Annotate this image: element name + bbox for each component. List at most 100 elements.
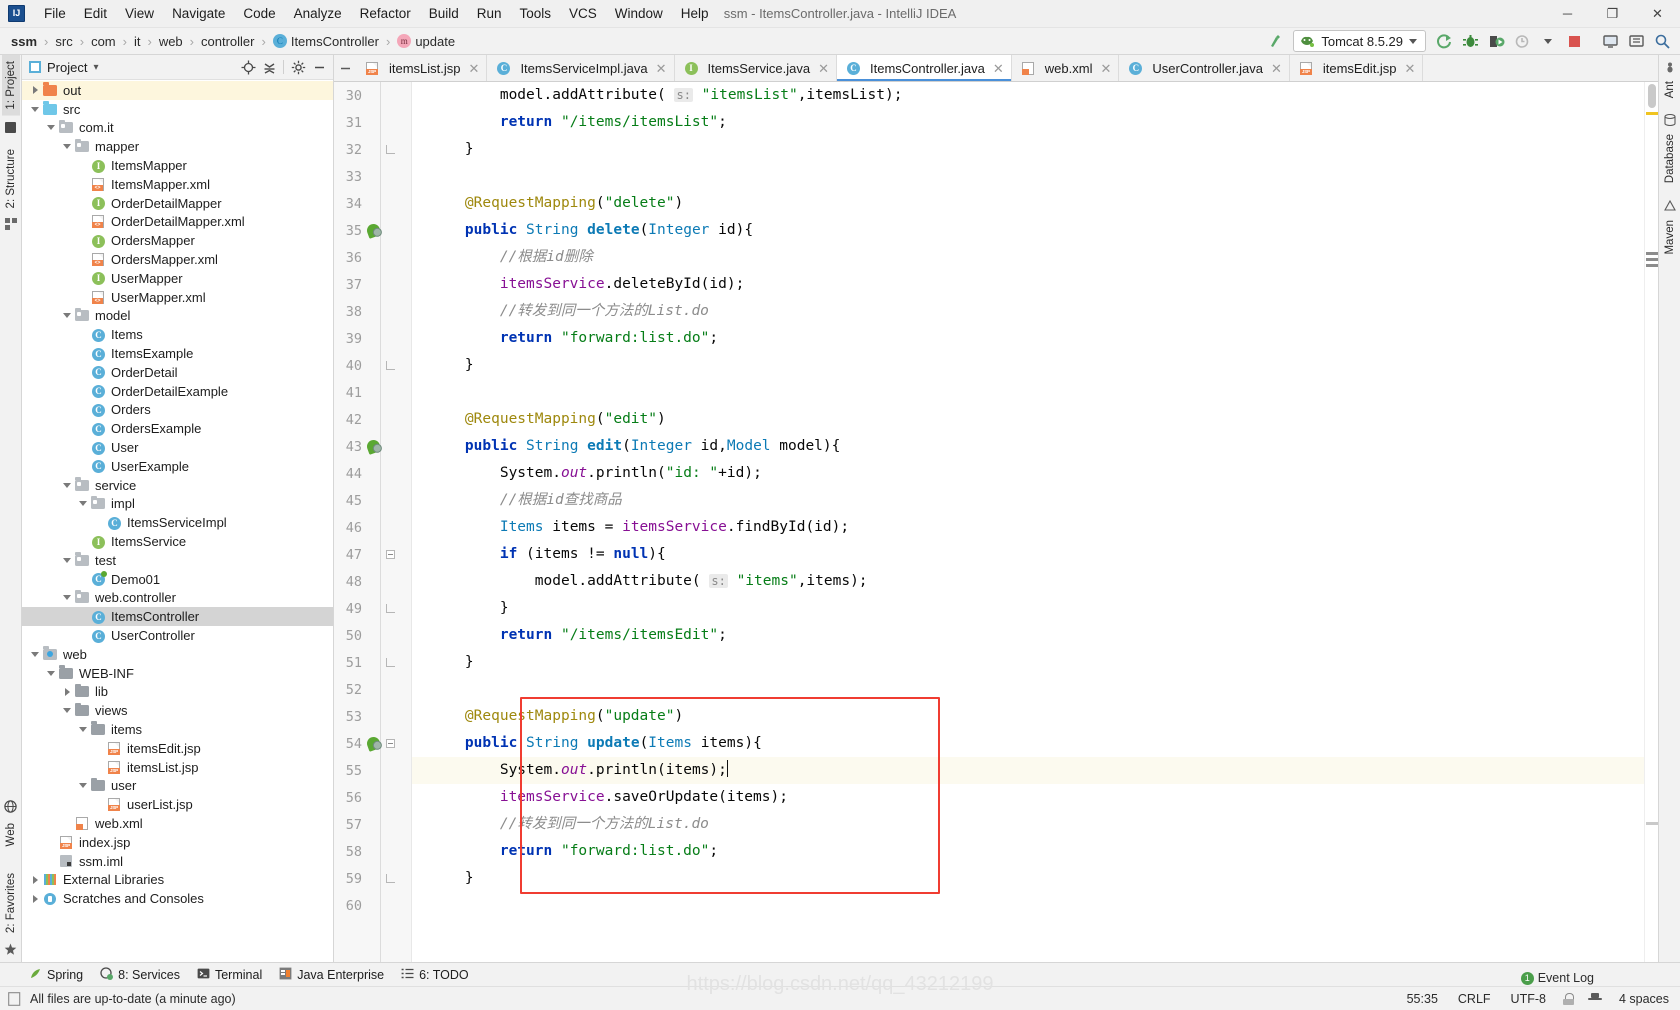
warning-marker[interactable] xyxy=(1646,112,1658,115)
chevron-down-icon[interactable] xyxy=(1536,30,1560,52)
chevron-down-icon[interactable] xyxy=(44,125,58,131)
editor-tab-usercontroller-java[interactable]: C UserController.java ✕ xyxy=(1119,55,1290,81)
fold-icon[interactable] xyxy=(385,550,395,559)
gutter-line-30[interactable]: 30 xyxy=(334,82,411,109)
close-icon[interactable]: ✕ xyxy=(993,62,1004,75)
tree-item-itemsserviceimpl[interactable]: C ItemsServiceImpl xyxy=(22,513,333,532)
bottom-tool-java-enterprise[interactable]: Java Enterprise xyxy=(272,965,391,985)
tree-item-src[interactable]: src xyxy=(22,100,333,119)
menu-navigate[interactable]: Navigate xyxy=(163,2,234,25)
gutter-line-34[interactable]: 34 xyxy=(334,190,411,217)
code-line-49[interactable]: } xyxy=(412,595,1644,622)
gutter-line-57[interactable]: 57 xyxy=(334,811,411,838)
tree-item-orderdetailmapper[interactable]: I OrderDetailMapper xyxy=(22,194,333,213)
gutter-line-53[interactable]: 53 xyxy=(334,703,411,730)
spring-bean-icon[interactable] xyxy=(364,222,382,239)
code-line-53[interactable]: @RequestMapping("update") xyxy=(412,703,1644,730)
tree-item-impl[interactable]: impl xyxy=(22,495,333,514)
bottom-tool-spring[interactable]: Spring xyxy=(22,965,90,985)
fold-end-icon[interactable] xyxy=(385,361,395,370)
gutter-line-44[interactable]: 44 xyxy=(334,460,411,487)
code-line-42[interactable]: @RequestMapping("edit") xyxy=(412,406,1644,433)
menu-tools[interactable]: Tools xyxy=(511,2,561,25)
menu-analyze[interactable]: Analyze xyxy=(285,2,351,25)
tree-item-ordersmapper[interactable]: I OrdersMapper xyxy=(22,231,333,250)
close-icon[interactable]: ✕ xyxy=(1100,62,1111,75)
code-line-50[interactable]: return "/items/itemsEdit"; xyxy=(412,622,1644,649)
tree-item-ordersmapper-xml[interactable]: OrdersMapper.xml xyxy=(22,250,333,269)
gutter-line-37[interactable]: 37 xyxy=(334,271,411,298)
tree-item-itemsmapper-xml[interactable]: ItemsMapper.xml xyxy=(22,175,333,194)
tree-item-orderdetailexample[interactable]: C OrderDetailExample xyxy=(22,382,333,401)
spring-bean-icon[interactable] xyxy=(364,735,382,752)
fold-end-icon[interactable] xyxy=(385,874,395,883)
close-icon[interactable]: ✕ xyxy=(1405,62,1416,75)
code-line-31[interactable]: return "/items/itemsList"; xyxy=(412,109,1644,136)
chevron-down-icon[interactable] xyxy=(28,106,42,112)
fold-icon[interactable] xyxy=(385,739,395,748)
code-line-55[interactable]: System.out.println(items); xyxy=(412,757,1644,784)
tree-item-test[interactable]: test xyxy=(22,551,333,570)
tree-item-userlist-jsp[interactable]: userList.jsp xyxy=(22,795,333,814)
code-line-46[interactable]: Items items = itemsService.findById(id); xyxy=(412,514,1644,541)
chevron-right-icon[interactable] xyxy=(28,894,42,903)
menu-window[interactable]: Window xyxy=(606,2,672,25)
menu-file[interactable]: File xyxy=(35,2,75,25)
tree-item-out[interactable]: out xyxy=(22,81,333,100)
code-line-39[interactable]: return "forward:list.do"; xyxy=(412,325,1644,352)
gutter-line-32[interactable]: 32 xyxy=(334,136,411,163)
chevron-down-icon[interactable] xyxy=(44,670,58,676)
sidebar-item-web[interactable]: Web xyxy=(2,817,20,852)
editor-tab-itemscontroller-java[interactable]: C ItemsController.java ✕ xyxy=(837,55,1012,81)
menu-build[interactable]: Build xyxy=(420,2,468,25)
debug-icon[interactable] xyxy=(1458,30,1482,52)
tree-item-itemsservice[interactable]: I ItemsService xyxy=(22,532,333,551)
chevron-down-icon[interactable] xyxy=(60,482,74,488)
update-application-icon[interactable] xyxy=(1598,30,1622,52)
code-line-45[interactable]: //根据id查找商品 xyxy=(412,487,1644,514)
tree-item-itemslist-jsp[interactable]: itemsList.jsp xyxy=(22,758,333,777)
bottom-tool-terminal[interactable]: Terminal xyxy=(190,965,269,985)
make-project-icon[interactable] xyxy=(1263,30,1287,52)
chevron-down-icon[interactable] xyxy=(28,651,42,657)
close-button[interactable]: ✕ xyxy=(1635,0,1680,28)
gear-icon[interactable] xyxy=(288,57,308,77)
tree-item-web-inf[interactable]: WEB-INF xyxy=(22,664,333,683)
tree-item-lib[interactable]: lib xyxy=(22,683,333,702)
tree-item-com-it[interactable]: com.it xyxy=(22,119,333,138)
chevron-right-icon[interactable] xyxy=(28,875,42,884)
chevron-down-icon[interactable] xyxy=(60,313,74,319)
sidebar-item-project[interactable]: 1: Project xyxy=(1,55,20,116)
tree-item-ordersexample[interactable]: C OrdersExample xyxy=(22,419,333,438)
gutter-line-36[interactable]: 36 xyxy=(334,244,411,271)
tree-item-mapper[interactable]: mapper xyxy=(22,137,333,156)
code-line-37[interactable]: itemsService.deleteById(id); xyxy=(412,271,1644,298)
maximize-button[interactable]: ❐ xyxy=(1590,0,1635,28)
tree-item-external-libraries[interactable]: External Libraries xyxy=(22,870,333,889)
code-line-60[interactable] xyxy=(412,892,1644,919)
run-configuration-selector[interactable]: Tomcat 8.5.29 xyxy=(1293,30,1426,52)
menu-refactor[interactable]: Refactor xyxy=(351,2,420,25)
code-line-59[interactable]: } xyxy=(412,865,1644,892)
tree-item-items[interactable]: items xyxy=(22,720,333,739)
code-line-52[interactable] xyxy=(412,676,1644,703)
fold-end-icon[interactable] xyxy=(385,658,395,667)
profile-icon[interactable] xyxy=(1510,30,1534,52)
bottom-tool-6-todo[interactable]: 6: TODO xyxy=(394,965,476,985)
editor-marker-strip[interactable] xyxy=(1644,82,1658,962)
stop-icon[interactable] xyxy=(1562,30,1586,52)
close-icon[interactable]: ✕ xyxy=(469,62,480,75)
chevron-down-icon[interactable] xyxy=(60,708,74,714)
sidebar-item-database[interactable]: Database xyxy=(1661,128,1679,189)
tree-item-web-xml[interactable]: web.xml xyxy=(22,814,333,833)
breadcrumb-update[interactable]: m update xyxy=(394,33,458,50)
breadcrumb-it[interactable]: it xyxy=(131,33,144,50)
search-everywhere-icon[interactable] xyxy=(1650,30,1674,52)
tree-item-web[interactable]: web xyxy=(22,645,333,664)
collapse-all-icon[interactable] xyxy=(259,57,279,77)
code-line-36[interactable]: //根据id删除 xyxy=(412,244,1644,271)
code-marker[interactable] xyxy=(1646,822,1658,825)
editor-tab-itemsedit-jsp[interactable]: itemsEdit.jsp ✕ xyxy=(1289,55,1424,81)
hide-panel-icon[interactable] xyxy=(309,57,329,77)
vertical-scrollbar-thumb[interactable] xyxy=(1648,84,1656,108)
